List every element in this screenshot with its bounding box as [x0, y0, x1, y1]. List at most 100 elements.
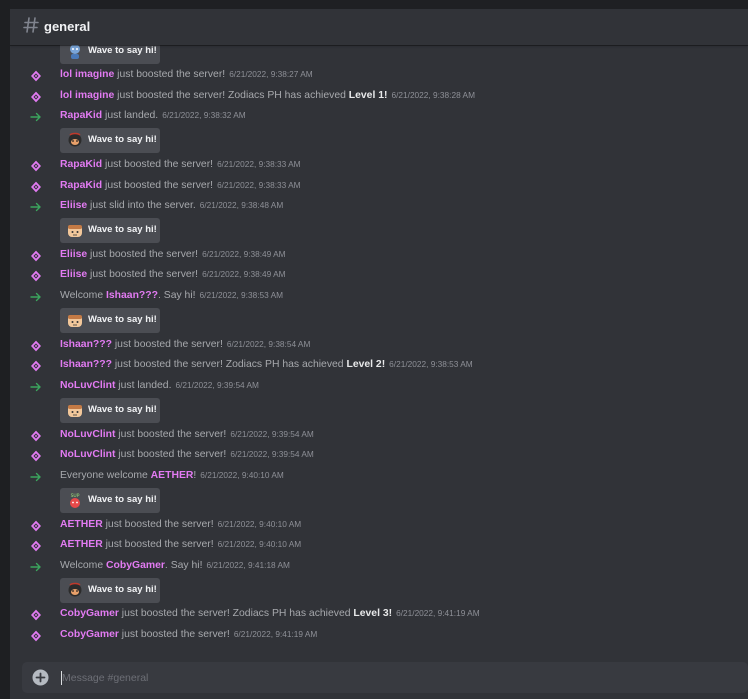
boost-message: lol imagine just boosted the server! Zod… [10, 87, 748, 107]
username-link[interactable]: Ishaan??? [106, 290, 158, 301]
message-text: lol imagine just boosted the server! Zod… [60, 90, 475, 101]
svg-text:SUP: SUP [71, 493, 80, 499]
message-composer [22, 662, 748, 693]
username-link[interactable]: CobyGamer [60, 608, 119, 619]
boost-gem-icon [31, 360, 41, 372]
message-timestamp[interactable]: 6/21/2022, 9:38:49 AM [202, 269, 286, 279]
boost-gem-icon [31, 520, 41, 531]
boost-level: Level 3! [353, 608, 393, 620]
message-timestamp[interactable]: 6/21/2022, 9:38:28 AM [391, 90, 475, 100]
boost-message: CobyGamer just boosted the server! Zodia… [10, 605, 748, 625]
wave-button[interactable]: Wave to say hi! [60, 397, 160, 423]
message-timestamp[interactable]: 6/21/2022, 9:38:33 AM [217, 180, 301, 190]
username-link[interactable]: NoLuvClint [60, 449, 115, 460]
message-timestamp[interactable]: 6/21/2022, 9:38:32 AM [162, 110, 246, 120]
wave-button[interactable]: Wave to say hi! [60, 308, 160, 333]
username-link[interactable]: lol imagine [60, 90, 114, 101]
username-link[interactable]: CobyGamer [106, 560, 165, 571]
message-text: AETHER just boosted the server! 6/21/2022… [60, 539, 301, 550]
message-body: just boosted the server! [102, 539, 214, 551]
boost-message: RapaKid just boosted the server! 6/21/202… [10, 156, 748, 176]
boost-level: Level 2! [346, 359, 386, 371]
message-timestamp[interactable]: 6/21/2022, 9:41:19 AM [234, 629, 318, 639]
message-timestamp[interactable]: 6/21/2022, 9:40:10 AM [218, 539, 302, 549]
message-text: NoLuvClint just landed. 6/21/2022, 9:39:5… [60, 380, 259, 391]
message-input[interactable] [62, 667, 662, 688]
username-link[interactable]: RapaKid [60, 110, 102, 121]
username-link[interactable]: AETHER [60, 539, 103, 550]
message-prefix: Everyone welcome [60, 469, 151, 481]
boost-level: Level 1! [348, 89, 388, 101]
boost-gem-icon [31, 270, 41, 282]
boost-gem-icon [31, 160, 41, 172]
wave-button-label: Wave to say hi! [88, 45, 157, 56]
message-timestamp[interactable]: 6/21/2022, 9:39:54 AM [230, 429, 314, 439]
join-arrow-icon [30, 112, 41, 122]
message-timestamp[interactable]: 6/21/2022, 9:41:18 AM [206, 560, 290, 570]
join-message: Welcome Ishaan???. Say hi! 6/21/2022, 9:3… [10, 287, 748, 307]
boost-gem-icon [31, 630, 41, 642]
wave-button[interactable]: Wave to say hi! [60, 128, 160, 154]
wave-button[interactable]: Wave to say hi! [60, 577, 160, 603]
wave-button-label: Wave to say hi! [88, 583, 157, 595]
boost-message: Ishaan??? just boosted the server! Zodia… [10, 356, 748, 376]
username-link[interactable]: AETHER [60, 519, 103, 530]
message-text: AETHER just boosted the server! 6/21/2022… [60, 519, 301, 530]
message-text: RapaKid just boosted the server! 6/21/202… [60, 180, 301, 191]
message-timestamp[interactable]: 6/21/2022, 9:40:10 AM [200, 470, 284, 480]
username-link[interactable]: RapaKid [60, 159, 102, 170]
boost-gem-icon [31, 250, 41, 262]
join-arrow-icon [30, 292, 41, 302]
message-timestamp[interactable]: 6/21/2022, 9:38:27 AM [229, 69, 313, 79]
username-link[interactable]: AETHER [151, 470, 194, 481]
username-link[interactable]: Eliise [60, 200, 87, 211]
message-timestamp[interactable]: 6/21/2022, 9:38:53 AM [200, 290, 284, 300]
message-timestamp[interactable]: 6/21/2022, 9:38:53 AM [389, 359, 473, 369]
wave-sticker-icon [68, 132, 82, 147]
message-timestamp[interactable]: 6/21/2022, 9:41:19 AM [396, 608, 480, 618]
message-body: just boosted the server! [102, 518, 214, 530]
username-link[interactable]: Eliise [60, 249, 87, 260]
boost-message: Ishaan??? just boosted the server! 6/21/2… [10, 336, 748, 356]
boost-message: RapaKid just boosted the server! 6/21/202… [10, 177, 748, 197]
message-body: just boosted the server! [115, 449, 227, 461]
username-link[interactable]: Ishaan??? [60, 359, 112, 370]
message-prefix: Welcome [60, 559, 107, 571]
username-link[interactable]: Ishaan??? [60, 339, 112, 350]
message-body: just boosted the server! [118, 629, 230, 640]
message-timestamp[interactable]: 6/21/2022, 9:40:10 AM [218, 519, 302, 529]
wave-sticker-icon [70, 44, 80, 59]
message-body: just boosted the server! [102, 179, 214, 191]
message-body: just boosted the server! [102, 158, 214, 170]
message-timestamp[interactable]: 6/21/2022, 9:38:33 AM [217, 159, 301, 169]
boost-message: lol imagine just boosted the server! 6/21… [10, 66, 748, 86]
message-text: Eliise just boosted the server! 6/21/2022… [60, 269, 286, 280]
boost-message: NoLuvClint just boosted the server! 6/21/… [10, 426, 748, 446]
message-text: CobyGamer just boosted the server! 6/21/2… [60, 629, 317, 640]
boost-gem-icon [31, 450, 41, 462]
message-timestamp[interactable]: 6/21/2022, 9:38:54 AM [227, 339, 311, 349]
boost-message: AETHER just boosted the server! 6/21/2022… [10, 536, 748, 556]
message-text: NoLuvClint just boosted the server! 6/21/… [60, 429, 314, 440]
join-message: Welcome CobyGamer. Say hi! 6/21/2022, 9:4… [10, 557, 748, 577]
username-link[interactable]: Eliise [60, 269, 87, 280]
wave-button[interactable]: Wave to say hi! [60, 218, 160, 244]
wave-button-label: Wave to say hi! [88, 224, 157, 236]
boost-message: CobyGamer just boosted the server! 6/21/2… [10, 626, 748, 646]
username-link[interactable]: RapaKid [60, 180, 102, 191]
message-timestamp[interactable]: 6/21/2022, 9:39:54 AM [175, 380, 259, 390]
message-timestamp[interactable]: 6/21/2022, 9:38:49 AM [202, 249, 286, 259]
add-attachment-icon[interactable] [32, 669, 49, 686]
message-text: Everyone welcome AETHER! 6/21/2022, 9:40:… [60, 470, 284, 481]
username-link[interactable]: lol imagine [60, 69, 114, 80]
wave-button[interactable]: SUP Wave to say hi! [60, 487, 160, 513]
message-timestamp[interactable]: 6/21/2022, 9:38:48 AM [200, 200, 284, 210]
boost-gem-icon [31, 430, 41, 441]
message-timestamp[interactable]: 6/21/2022, 9:39:54 AM [230, 449, 314, 459]
username-link[interactable]: NoLuvClint [60, 429, 115, 440]
boost-gem-icon [31, 181, 41, 192]
message-text: lol imagine just boosted the server! 6/21… [60, 69, 313, 80]
message-body: just boosted the server! Zodiacs PH has … [111, 359, 347, 371]
username-link[interactable]: NoLuvClint [60, 380, 115, 391]
username-link[interactable]: CobyGamer [60, 629, 119, 640]
